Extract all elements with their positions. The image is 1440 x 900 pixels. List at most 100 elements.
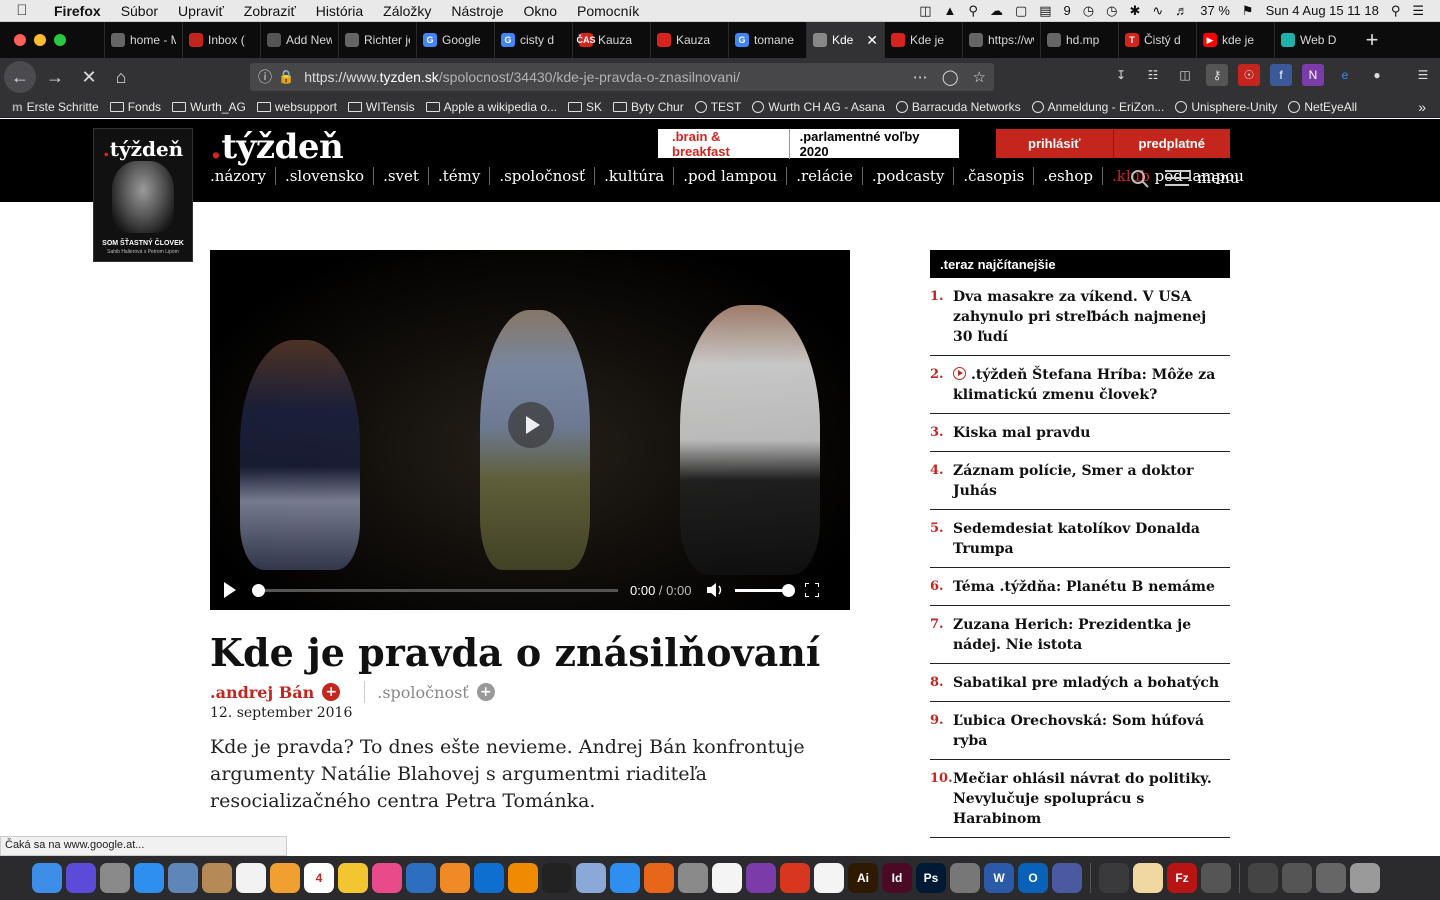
cloud-icon[interactable]: ☁	[984, 3, 1009, 19]
indesign-icon[interactable]: Id	[882, 863, 912, 893]
site-nav-item[interactable]: .kultúra	[604, 167, 675, 185]
site-nav-item[interactable]: .spoločnosť	[499, 167, 596, 185]
new-tab-button[interactable]: +	[1352, 22, 1392, 58]
notification-count[interactable]: 9	[1058, 3, 1077, 18]
seek-thumb[interactable]	[252, 583, 265, 597]
home-button[interactable]: ⌂	[106, 62, 136, 92]
contacts-icon[interactable]	[202, 863, 232, 893]
most-read-title[interactable]: Ľubica Orechovská: Som húfová ryba	[953, 713, 1204, 749]
bookmark-item[interactable]: WITensis	[347, 100, 415, 114]
sidebar-icon[interactable]: ◫	[1174, 64, 1196, 86]
most-read-item[interactable]: 7. Zuzana Herich: Prezidentka je nádej. N…	[930, 606, 1230, 664]
bookmarks-overflow-icon[interactable]: »	[1418, 99, 1426, 115]
photos-icon[interactable]	[270, 863, 300, 893]
follow-section-plus-icon[interactable]: +	[476, 683, 495, 701]
volume-icon[interactable]: ♬	[1169, 3, 1194, 18]
bluetooth-icon[interactable]: ✱	[1123, 3, 1146, 19]
bookmark-item[interactable]: m Erste Schritte	[12, 100, 99, 114]
most-read-title[interactable]: Kiska mal pravdu	[953, 425, 1090, 441]
bookmark-item[interactable]: Byty Chur	[613, 100, 684, 114]
edge-icon[interactable]: e	[1334, 64, 1356, 86]
browser-tab[interactable]: Kde je	[884, 22, 962, 58]
grid-app-icon[interactable]	[1052, 863, 1082, 893]
bookmark-item[interactable]: Wurth_AG	[172, 100, 246, 114]
minimize-window-button[interactable]	[34, 34, 46, 46]
close-tab-icon[interactable]: ✕	[866, 32, 878, 49]
follow-author-plus-icon[interactable]: +	[322, 683, 341, 701]
launchpad-icon[interactable]	[100, 863, 130, 893]
screen-thumb-icon-2[interactable]	[1282, 863, 1312, 893]
most-read-item[interactable]: 3. Kiska mal pravdu	[930, 414, 1230, 452]
magazine-cover[interactable]: .týždeň SOM ŠŤASTNÝ ČLOVEK Sahib Hallero…	[93, 128, 193, 262]
vlc-icon[interactable]	[508, 863, 538, 893]
site-nav-item[interactable]: .časopis	[963, 167, 1035, 185]
magnifier-icon[interactable]: ⚲	[962, 3, 984, 19]
browser-tab[interactable]: Kauza	[650, 22, 728, 58]
close-window-button[interactable]	[14, 34, 26, 46]
site-nav-item[interactable]: .eshop	[1043, 167, 1103, 185]
textedit-icon[interactable]	[1133, 863, 1163, 893]
volume-thumb[interactable]	[782, 583, 796, 597]
battery-widget-icon[interactable]: ▤	[1033, 3, 1057, 19]
siri-icon[interactable]	[66, 863, 96, 893]
zoom-window-button[interactable]	[54, 34, 66, 46]
menu-item-bookmarks[interactable]: Záložky	[373, 3, 441, 19]
most-read-item[interactable]: 6. Téma .týždňa: Planétu B nemáme	[930, 568, 1230, 606]
menu-item-view[interactable]: Zobraziť	[234, 3, 306, 19]
notification-center-icon[interactable]: ☰	[1406, 3, 1430, 19]
bookmark-item[interactable]: websupport	[256, 100, 337, 114]
volume-slider[interactable]	[735, 583, 796, 597]
dropbox-icon[interactable]: ◫	[913, 3, 937, 19]
browser-tab[interactable]: ČAS Kauza	[572, 22, 650, 58]
pocket-icon[interactable]: ◯	[942, 68, 959, 86]
norton-icon[interactable]	[338, 863, 368, 893]
preview-icon[interactable]	[168, 863, 198, 893]
site-nav-item[interactable]: .svet	[383, 167, 429, 185]
facebook-container-icon[interactable]: f	[1270, 64, 1292, 86]
most-read-item[interactable]: 4. Záznam polície, Smer a doktor Juhás	[930, 452, 1230, 510]
vlc-status-icon[interactable]: ▲	[938, 3, 963, 18]
site-logo[interactable]: .týždeň	[210, 127, 344, 167]
menu-item-file[interactable]: Súbor	[111, 3, 168, 19]
downloads-icon[interactable]: ↧	[1110, 64, 1132, 86]
menu-item-help[interactable]: Pomocník	[567, 3, 649, 19]
bookmark-item[interactable]: NetEyeAll	[1288, 100, 1357, 114]
acrobat-icon[interactable]	[712, 863, 742, 893]
onenote-icon[interactable]	[746, 863, 776, 893]
illustrator-icon[interactable]: Ai	[848, 863, 878, 893]
teamviewer-icon[interactable]	[474, 863, 504, 893]
menu-app-name[interactable]: Firefox	[44, 3, 111, 19]
most-read-item[interactable]: 9. Ľubica Orechovská: Som húfová ryba	[930, 702, 1230, 760]
browser-tab[interactable]: https://ww	[962, 22, 1040, 58]
most-read-title[interactable]: Dva masakre za víkend. V USA zahynulo pr…	[953, 289, 1206, 345]
utility-icon[interactable]	[950, 863, 980, 893]
xcode-icon[interactable]	[406, 863, 436, 893]
browser-tab[interactable]: Add New P	[260, 22, 338, 58]
battery-percent[interactable]: 37 %	[1194, 3, 1236, 18]
browser-tab[interactable]: home - Ma	[104, 22, 182, 58]
promo-brain-breakfast-link[interactable]: .brain & breakfast	[658, 128, 790, 159]
video-seek-bar[interactable]	[252, 583, 618, 597]
subscribe-button[interactable]: predplatné	[1113, 129, 1230, 158]
site-nav-item[interactable]: .slovensko	[285, 167, 375, 185]
browser-tab[interactable]: Web D	[1274, 22, 1352, 58]
browser-tab[interactable]: hd.mp	[1040, 22, 1118, 58]
appstore-icon[interactable]	[610, 863, 640, 893]
most-read-title[interactable]: Zuzana Herich: Prezidentka je nádej. Nie…	[953, 617, 1191, 653]
most-read-item[interactable]: 2. .týždeň Štefana Hríba: Môže za klimati…	[930, 356, 1230, 414]
trash-icon[interactable]	[1350, 863, 1380, 893]
bookmark-item[interactable]: Wurth CH AG - Asana	[752, 100, 885, 114]
video-player[interactable]: 0:00 / 0:00	[210, 250, 850, 610]
most-read-item[interactable]: 8. Sabatikal pre mladých a bohatých	[930, 664, 1230, 702]
safari-icon[interactable]	[134, 863, 164, 893]
bookmark-item[interactable]: Fonds	[109, 100, 161, 114]
browser-tab[interactable]: ▶ kde je	[1196, 22, 1274, 58]
most-read-title[interactable]: Záznam polície, Smer a doktor Juhás	[953, 463, 1193, 499]
promo-elections-link[interactable]: .parlamentné voľby 2020	[790, 129, 959, 159]
notes-icon[interactable]	[236, 863, 266, 893]
browser-tab[interactable]: Gcisty d	[494, 22, 572, 58]
outlook-icon[interactable]: O	[1018, 863, 1048, 893]
wifi-icon[interactable]: ∿	[1146, 3, 1169, 19]
browser-tab[interactable]: Kde ✕	[806, 22, 884, 58]
citrix-icon[interactable]	[780, 863, 810, 893]
